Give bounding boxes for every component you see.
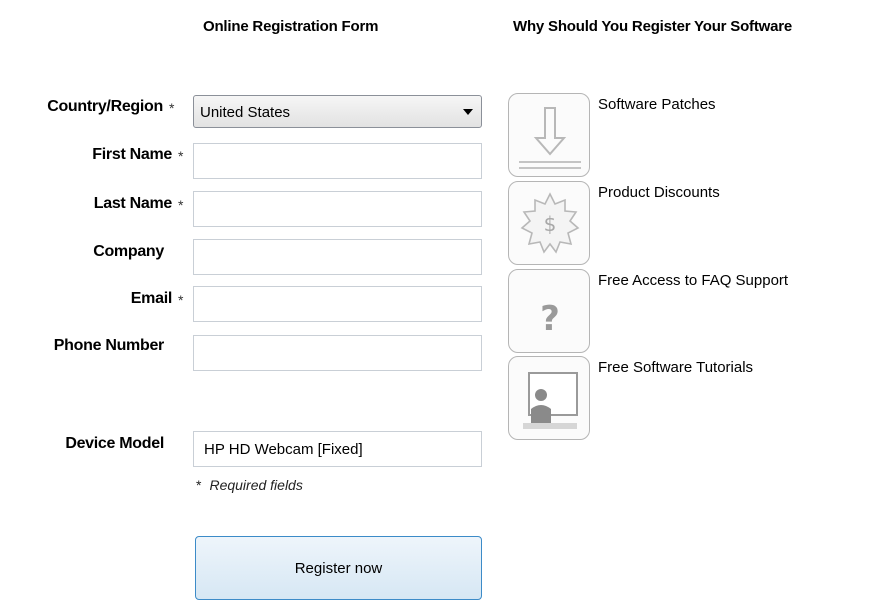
country-select[interactable]: United States: [193, 95, 482, 128]
first-name-field[interactable]: [193, 143, 482, 179]
download-arrow-icon: [508, 93, 590, 177]
dollar-badge-icon: $: [508, 181, 590, 265]
email-field[interactable]: [193, 286, 482, 322]
register-now-button[interactable]: Register now: [195, 536, 482, 600]
benefit-software-patches: Software Patches: [598, 96, 716, 113]
chevron-down-icon: [463, 109, 473, 115]
svg-text:$: $: [544, 212, 557, 236]
required-fields-note: * Required fields: [196, 477, 303, 493]
device-model-label: Device Model: [65, 435, 164, 452]
country-label: Country/Region: [47, 98, 163, 115]
email-label: Email: [130, 290, 173, 307]
required-marker: *: [178, 292, 184, 308]
benefit-software-tutorials: Free Software Tutorials: [598, 359, 754, 376]
country-select-value: United States: [200, 104, 291, 121]
why-register-title: Why Should You Register Your Software: [513, 18, 793, 35]
phone-label: Phone Number: [53, 337, 165, 354]
device-model-field[interactable]: [193, 431, 482, 467]
last-name-field[interactable]: [193, 191, 482, 227]
company-field[interactable]: [193, 239, 482, 275]
required-fields-text: Required fields: [209, 477, 303, 493]
benefit-product-discounts: Product Discounts: [598, 184, 720, 201]
presenter-board-icon: [508, 356, 590, 440]
required-marker: *: [196, 477, 202, 493]
svg-text:?: ?: [540, 299, 560, 339]
required-marker: *: [178, 148, 184, 164]
benefit-faq-support: Free Access to FAQ Support: [598, 272, 789, 289]
form-title: Online Registration Form: [203, 18, 379, 35]
required-marker: *: [169, 100, 175, 116]
phone-field[interactable]: [193, 335, 482, 371]
question-mark-icon: ?: [508, 269, 590, 353]
last-name-label: Last Name: [93, 195, 173, 212]
first-name-label: First Name: [92, 146, 172, 163]
required-marker: *: [178, 197, 184, 213]
company-label: Company: [93, 243, 164, 260]
